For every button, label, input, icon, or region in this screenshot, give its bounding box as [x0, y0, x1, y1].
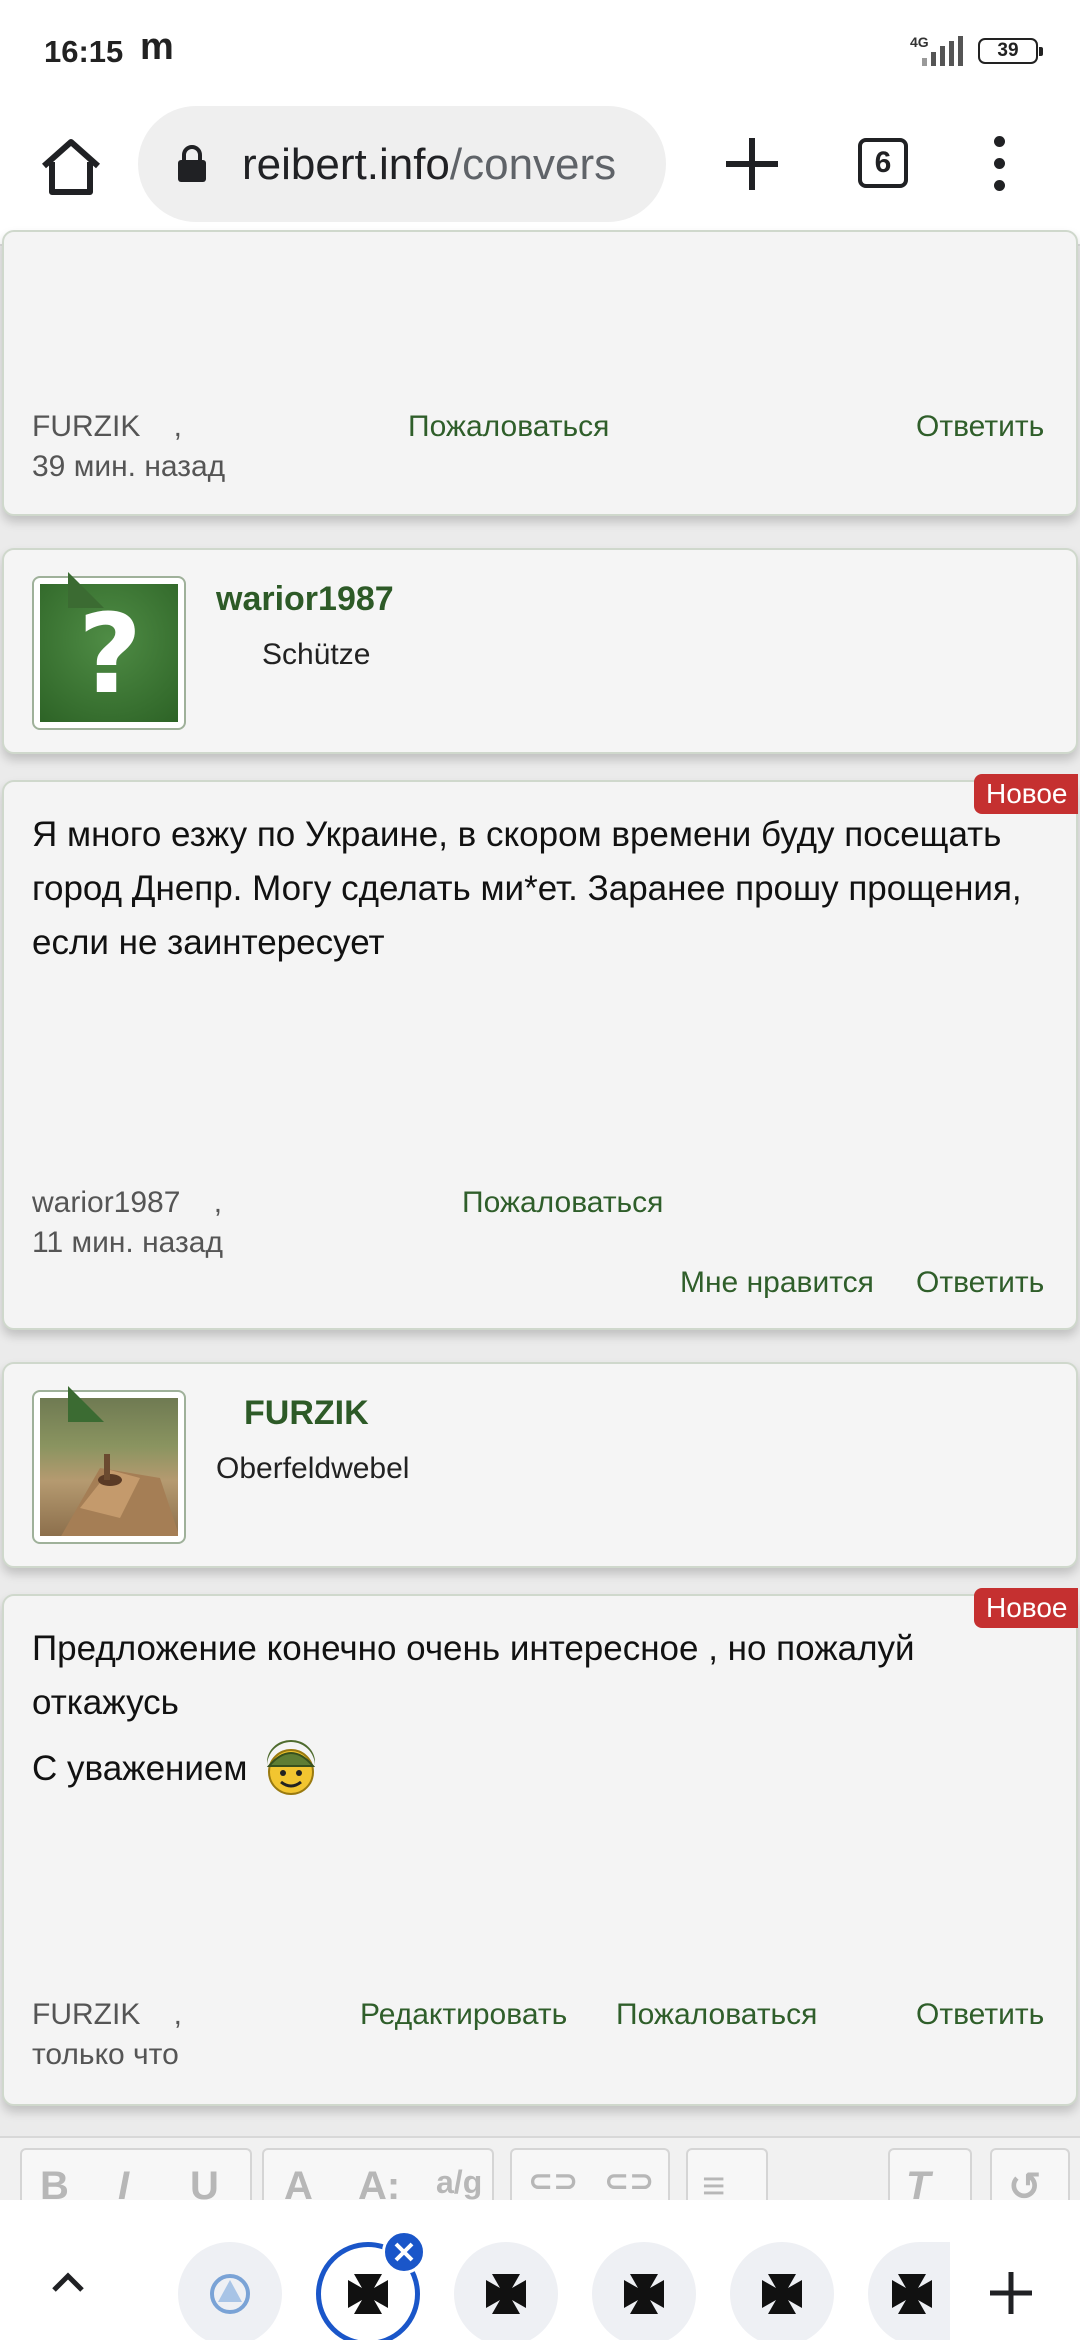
- message-body: Новое Я много езжу по Украине, в скором …: [2, 774, 1078, 1330]
- font-family-button[interactable]: a/g: [436, 2164, 482, 2201]
- svg-text:?: ?: [78, 590, 142, 718]
- user-card: FURZIK Oberfeldwebel: [2, 1362, 1078, 1568]
- close-tab-icon[interactable]: [382, 2230, 426, 2274]
- tab-thumbnail[interactable]: [592, 2242, 696, 2340]
- editor-toolbar: B I U A A: a/g ⊂⊃ ⊂⊃ ≡ T ↺: [0, 2136, 1080, 2209]
- new-tab-icon[interactable]: [718, 130, 786, 198]
- report-link[interactable]: Пожаловаться: [616, 1998, 817, 2032]
- user-rank: Oberfeldwebel: [216, 1452, 410, 1485]
- iron-cross-icon: [624, 2274, 664, 2314]
- report-link[interactable]: Пожаловаться: [408, 410, 609, 444]
- url-path: /convers: [449, 140, 617, 189]
- message-text: Предложение конечно очень интересное , н…: [32, 1629, 915, 1722]
- reply-link[interactable]: Ответить: [916, 1998, 1044, 2032]
- user-card: ? warior1987 Schütze: [2, 548, 1078, 754]
- tab-strip: [0, 2200, 1080, 2340]
- menu-icon[interactable]: [980, 134, 1020, 194]
- message-text: Я много езжу по Украине, в скором времен…: [32, 815, 1022, 962]
- iron-cross-icon: [892, 2274, 932, 2314]
- status-bar: 16:15 m 4G 39: [0, 0, 1080, 100]
- reply-link[interactable]: Ответить: [916, 410, 1044, 444]
- question-mark-icon: ?: [78, 590, 142, 718]
- username[interactable]: FURZIK: [244, 1394, 369, 1433]
- tab-thumbnail[interactable]: [454, 2242, 558, 2340]
- reply-link[interactable]: Ответить: [916, 1266, 1044, 1300]
- url-host: reibert.info: [242, 140, 450, 189]
- tab-thumbnail[interactable]: [868, 2242, 950, 2340]
- home-icon[interactable]: [36, 132, 106, 202]
- site-favicon-icon: [210, 2274, 250, 2314]
- username[interactable]: warior1987: [216, 580, 394, 619]
- report-link[interactable]: Пожаловаться: [462, 1186, 663, 1220]
- browser-toolbar: reibert.info/convers 6: [0, 100, 1080, 246]
- chevron-up-icon[interactable]: [48, 2262, 88, 2302]
- photo-icon: [61, 1454, 178, 1536]
- soldier-smiley-icon: [267, 1740, 316, 1795]
- iron-cross-icon: [762, 2274, 802, 2314]
- message-author[interactable]: FURZIK ,: [32, 1998, 182, 2032]
- message-signature: С уважением: [32, 1736, 319, 1798]
- message-body: FURZIK , 39 мин. назад Пожаловаться Отве…: [2, 230, 1078, 516]
- carrier-icon: m: [140, 26, 174, 68]
- message-author[interactable]: warior1987 ,: [32, 1186, 222, 1220]
- message-time: 39 мин. назад: [32, 450, 226, 483]
- unlink-icon[interactable]: ⊂⊃: [604, 2164, 654, 2199]
- address-bar[interactable]: reibert.info/convers: [138, 106, 666, 222]
- user-rank: Schütze: [262, 638, 371, 671]
- status-time: 16:15: [44, 34, 124, 69]
- message-author[interactable]: FURZIK ,: [32, 410, 182, 444]
- url-text: reibert.info/convers: [242, 140, 616, 190]
- new-tab-icon[interactable]: [988, 2270, 1034, 2316]
- tab-thumbnail[interactable]: [178, 2242, 282, 2340]
- avatar[interactable]: [32, 1390, 186, 1544]
- tab-thumbnail[interactable]: [730, 2242, 834, 2340]
- lock-icon: [178, 145, 206, 182]
- like-link[interactable]: Мне нравится: [680, 1266, 874, 1300]
- message-body: Новое Предложение конечно очень интересн…: [2, 1588, 1078, 2106]
- link-icon[interactable]: ⊂⊃: [528, 2164, 578, 2199]
- edit-link[interactable]: Редактировать: [360, 1998, 567, 2032]
- iron-cross-icon: [486, 2274, 526, 2314]
- online-flag-icon: [68, 1386, 104, 1422]
- message-time: только что: [32, 2038, 179, 2071]
- message-time: 11 мин. назад: [32, 1226, 223, 1259]
- signal-icon: [922, 36, 963, 66]
- online-flag-icon: [68, 572, 104, 608]
- avatar[interactable]: ?: [32, 576, 186, 730]
- battery-icon: 39: [978, 38, 1043, 64]
- align-group: [686, 2148, 768, 2204]
- tab-switcher-button[interactable]: 6: [858, 138, 908, 188]
